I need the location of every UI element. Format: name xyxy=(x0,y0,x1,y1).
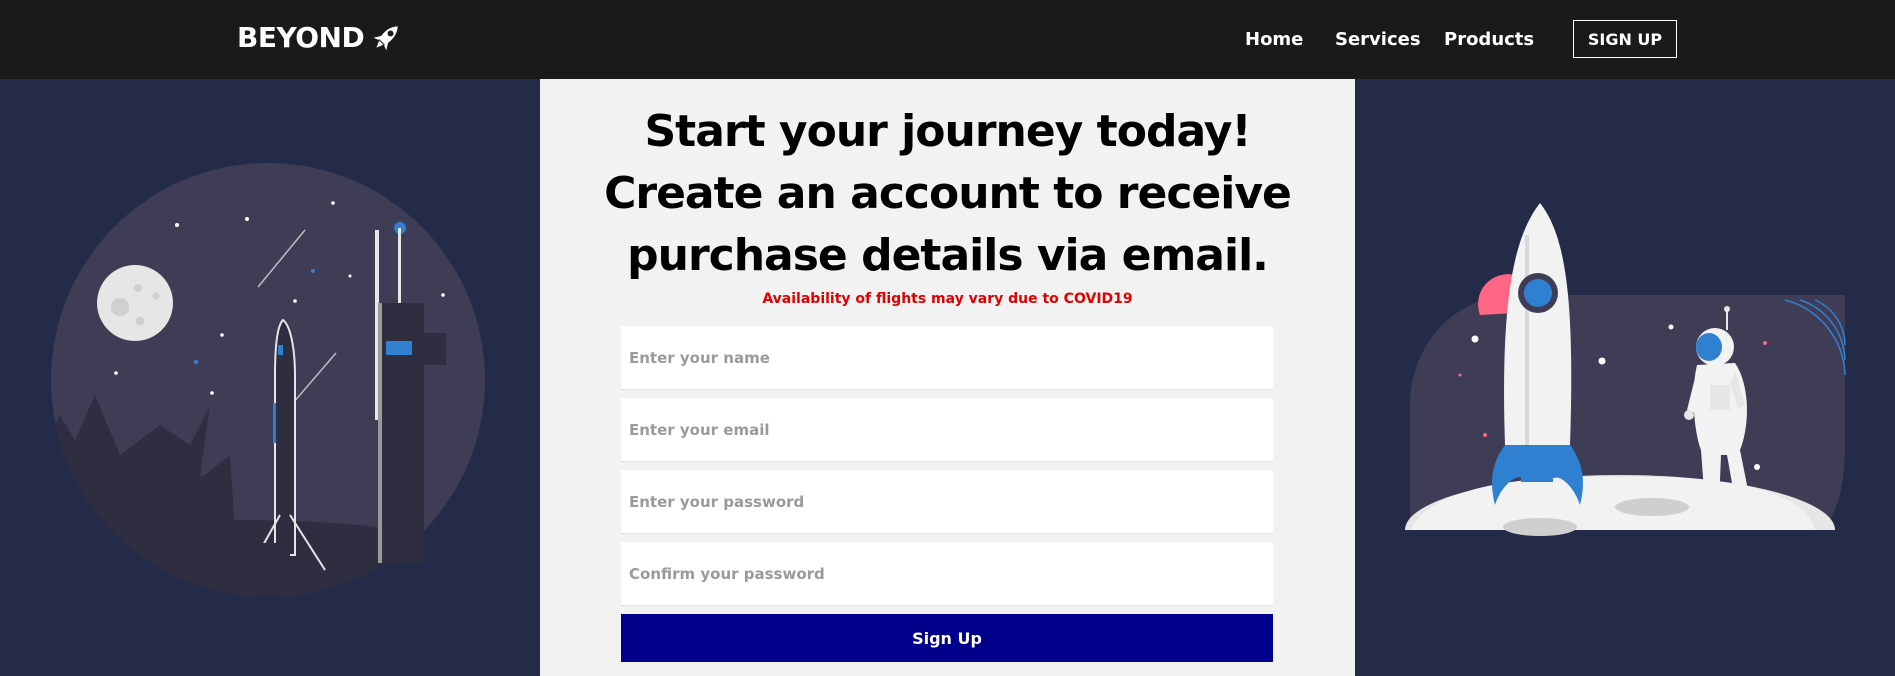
navbar: BEYOND Home Services Products SIGN UP xyxy=(0,0,1895,79)
nav-products-link[interactable]: Products xyxy=(1444,29,1534,50)
name-field[interactable] xyxy=(621,326,1273,390)
brand-logo[interactable]: BEYOND xyxy=(237,20,404,54)
sign-up-button[interactable]: Sign Up xyxy=(621,614,1273,662)
rocket-icon xyxy=(373,26,398,51)
signup-nav-button[interactable]: SIGN UP xyxy=(1573,20,1677,58)
headline-line-2: Create an account to receive xyxy=(604,168,1292,219)
page-title: Start your journey today! Create an acco… xyxy=(540,101,1355,287)
launch-tower-illustration xyxy=(51,163,485,597)
nav-home-link[interactable]: Home xyxy=(1245,29,1303,50)
email-field[interactable] xyxy=(621,398,1273,462)
nav-services-link[interactable]: Services xyxy=(1335,29,1421,50)
signup-panel: Start your journey today! Create an acco… xyxy=(540,79,1355,676)
password-field[interactable] xyxy=(621,470,1273,534)
confirm-password-field[interactable] xyxy=(621,542,1273,606)
headline-line-3: purchase details via email. xyxy=(627,230,1269,281)
brand-name: BEYOND xyxy=(237,20,365,54)
astronaut-moon-illustration xyxy=(1405,203,1855,565)
headline-line-1: Start your journey today! xyxy=(644,106,1251,157)
covid-notice: Availability of flights may vary due to … xyxy=(762,291,1133,307)
